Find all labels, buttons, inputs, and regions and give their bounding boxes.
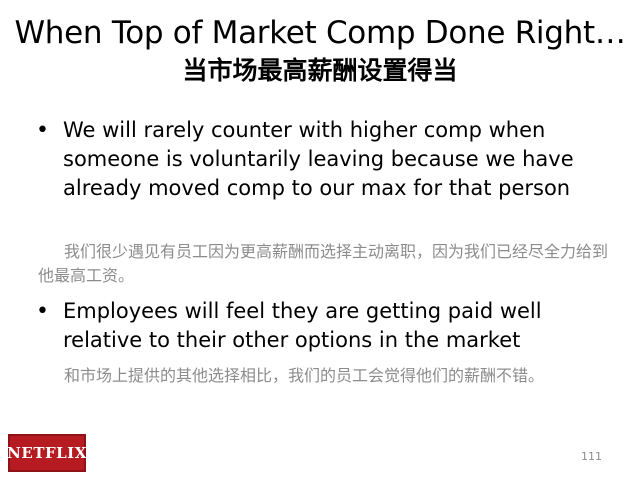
bullet-text-2: Employees will feel they are getting pai… (63, 299, 542, 352)
bullet-marker: • (36, 118, 49, 143)
bullet-translation-1: 我们很少遇见有员工因为更高薪酬而选择主动离职，因为我们已经尽全力给到他最高工资。 (38, 242, 609, 285)
bullet-text-1: We will rarely counter with higher comp … (63, 118, 574, 200)
page-number: 111 (581, 450, 602, 463)
slide: When Top of Market Comp Done Right… 当市场最… (0, 0, 640, 480)
slide-subtitle: 当市场最高薪酬设置得当 (182, 56, 458, 85)
bullet-translation-2: 和市场上提供的其他选择相比，我们的员工会觉得他们的薪酬不错。 (64, 366, 545, 385)
bullet-item-1: • We will rarely counter with higher com… (36, 116, 616, 203)
netflix-logo: NETFLIX (7, 434, 87, 472)
bullet-marker: • (36, 299, 49, 324)
bullet-item-2: • Employees will feel they are getting p… (36, 297, 616, 355)
slide-title: When Top of Market Comp Done Right… (14, 15, 626, 51)
logo-text: NETFLIX (7, 444, 87, 462)
